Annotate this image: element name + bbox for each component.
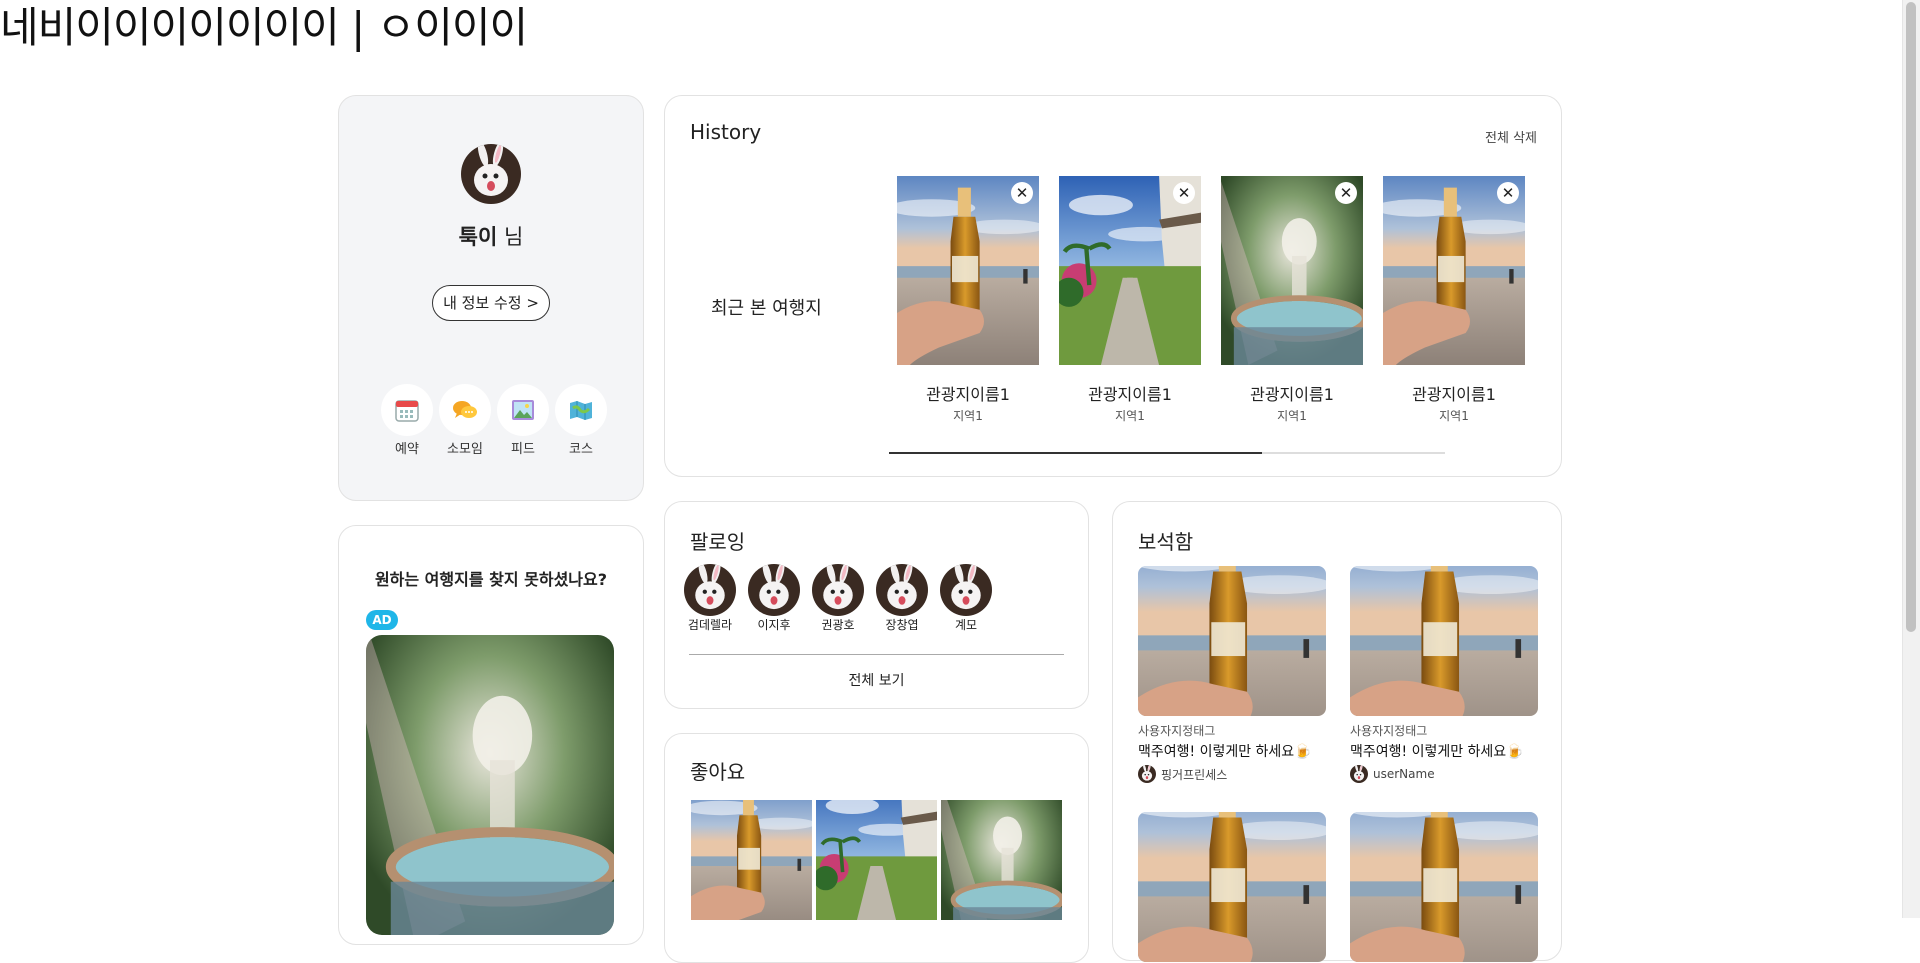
avatar bbox=[1350, 765, 1368, 783]
following-username: 권광호 bbox=[821, 618, 855, 632]
post-image bbox=[1138, 566, 1326, 716]
avatar bbox=[812, 564, 864, 616]
picture-icon bbox=[497, 384, 549, 436]
user-name: 툭이 bbox=[458, 225, 498, 249]
post-title: 맥주여행! 이렇게만 하세요🍺 bbox=[1350, 744, 1524, 760]
author-name: userName bbox=[1373, 767, 1435, 781]
place-region: 지역1 bbox=[953, 409, 983, 423]
author-name: 핑거프린세스 bbox=[1161, 767, 1228, 782]
following-user[interactable]: 이지후 bbox=[746, 564, 802, 633]
ad-badge: AD bbox=[366, 610, 398, 630]
place-name: 관광지이름1 bbox=[926, 385, 1010, 404]
quick-link-reservation[interactable]: 예약 bbox=[378, 384, 436, 457]
saved-post[interactable] bbox=[1350, 812, 1538, 962]
quick-link-label: 예약 bbox=[395, 442, 419, 457]
saved-post[interactable] bbox=[1138, 812, 1326, 962]
quick-link-course[interactable]: 코스 bbox=[552, 384, 610, 457]
post-image bbox=[1350, 566, 1538, 716]
profile-card: 툭이 님 내 정보 수정 > 예약 소모임 피드 코스 bbox=[338, 95, 644, 501]
jewel-box-card: 보석함 사용자지정태그 맥주여행! 이렇게만 하세요🍺 핑거프린세스 사용자지정… bbox=[1112, 501, 1562, 962]
following-title: 팔로잉 bbox=[690, 530, 746, 554]
following-user[interactable]: 계모 bbox=[938, 564, 994, 633]
avatar bbox=[940, 564, 992, 616]
jewel-box-title: 보석함 bbox=[1138, 530, 1194, 554]
following-card: 팔로잉 검데렐라 이지후 권광호 장창엽 계모 전체 보기 bbox=[664, 501, 1089, 709]
close-icon[interactable]: ✕ bbox=[1011, 182, 1033, 204]
place-name: 관광지이름1 bbox=[1250, 385, 1334, 404]
liked-image[interactable] bbox=[941, 800, 1062, 920]
quick-link-label: 피드 bbox=[511, 442, 535, 457]
see-all-following-link[interactable]: 전체 보기 bbox=[665, 670, 1088, 690]
page-scrollbar[interactable] bbox=[1902, 0, 1920, 918]
place-region: 지역1 bbox=[1115, 409, 1145, 423]
divider bbox=[689, 654, 1064, 655]
history-thumbnail[interactable]: ✕ bbox=[1221, 176, 1363, 365]
quick-link-label: 소모임 bbox=[447, 442, 483, 457]
history-scroll-thumb[interactable] bbox=[889, 452, 1262, 454]
history-thumbnail[interactable]: ✕ bbox=[1059, 176, 1201, 365]
name-suffix: 님 bbox=[504, 225, 524, 249]
history-card: History 전체 삭제 최근 본 여행지 ✕ 관광지이름1 지역1 ✕ 관광… bbox=[664, 95, 1562, 477]
post-image bbox=[1350, 812, 1538, 962]
post-author: userName bbox=[1350, 765, 1538, 783]
place-name: 관광지이름1 bbox=[1088, 385, 1172, 404]
ad-card[interactable]: 원하는 여행지를 찾지 못하셨나요? AD bbox=[338, 525, 644, 945]
clear-all-link[interactable]: 전체 삭제 bbox=[1485, 127, 1537, 146]
quick-link-group[interactable]: 소모임 bbox=[436, 384, 494, 457]
quick-link-label: 코스 bbox=[569, 442, 593, 457]
post-tag: 사용자지정태그 bbox=[1138, 724, 1216, 738]
avatar bbox=[876, 564, 928, 616]
liked-image[interactable] bbox=[816, 800, 937, 920]
recent-places-label: 최근 본 여행지 bbox=[711, 298, 822, 319]
close-icon[interactable]: ✕ bbox=[1173, 182, 1195, 204]
quick-link-feed[interactable]: 피드 bbox=[494, 384, 552, 457]
following-username: 계모 bbox=[954, 618, 978, 632]
saved-post[interactable]: 사용자지정태그 맥주여행! 이렇게만 하세요🍺 userName bbox=[1350, 566, 1538, 783]
history-item[interactable]: ✕ 관광지이름1 지역1 bbox=[897, 176, 1039, 424]
history-thumbnail[interactable]: ✕ bbox=[1383, 176, 1525, 365]
following-user[interactable]: 장창엽 bbox=[874, 564, 930, 633]
history-scrollbar[interactable] bbox=[889, 452, 1445, 454]
liked-image[interactable] bbox=[691, 800, 812, 920]
site-title: 네비이이이이이이이 | ㅇ이이이 bbox=[0, 3, 528, 52]
place-name: 관광지이름1 bbox=[1412, 385, 1496, 404]
ad-image[interactable] bbox=[366, 635, 614, 935]
saved-post[interactable]: 사용자지정태그 맥주여행! 이렇게만 하세요🍺 핑거프린세스 bbox=[1138, 566, 1326, 783]
edit-profile-button[interactable]: 내 정보 수정 > bbox=[432, 285, 550, 321]
following-user[interactable]: 검데렐라 bbox=[682, 564, 738, 633]
history-title: History bbox=[690, 120, 762, 144]
avatar bbox=[1138, 765, 1156, 783]
place-region: 지역1 bbox=[1439, 409, 1469, 423]
ad-text: 원하는 여행지를 찾지 못하셨나요? bbox=[374, 570, 608, 589]
avatar bbox=[684, 564, 736, 616]
post-author: 핑거프린세스 bbox=[1138, 765, 1326, 783]
place-region: 지역1 bbox=[1277, 409, 1307, 423]
following-username: 검데렐라 bbox=[687, 618, 733, 632]
post-title: 맥주여행! 이렇게만 하세요🍺 bbox=[1138, 744, 1312, 760]
calendar-icon bbox=[381, 384, 433, 436]
history-item[interactable]: ✕ 관광지이름1 지역1 bbox=[1059, 176, 1201, 424]
chat-bubble-icon bbox=[439, 384, 491, 436]
likes-title: 좋아요 bbox=[690, 760, 746, 784]
profile-name: 툭이 님 bbox=[339, 221, 643, 251]
history-item[interactable]: ✕ 관광지이름1 지역1 bbox=[1221, 176, 1363, 424]
likes-card: 좋아요 bbox=[664, 733, 1089, 963]
map-icon bbox=[555, 384, 607, 436]
following-user[interactable]: 권광호 bbox=[810, 564, 866, 633]
post-tag: 사용자지정태그 bbox=[1350, 724, 1428, 738]
page-scroll-thumb[interactable] bbox=[1906, 2, 1916, 632]
avatar[interactable] bbox=[461, 144, 521, 204]
close-icon[interactable]: ✕ bbox=[1497, 182, 1519, 204]
following-username: 이지후 bbox=[757, 618, 791, 632]
history-thumbnail[interactable]: ✕ bbox=[897, 176, 1039, 365]
post-image bbox=[1138, 812, 1326, 962]
following-username: 장창엽 bbox=[885, 618, 919, 632]
history-item[interactable]: ✕ 관광지이름1 지역1 bbox=[1383, 176, 1525, 424]
avatar bbox=[748, 564, 800, 616]
close-icon[interactable]: ✕ bbox=[1335, 182, 1357, 204]
